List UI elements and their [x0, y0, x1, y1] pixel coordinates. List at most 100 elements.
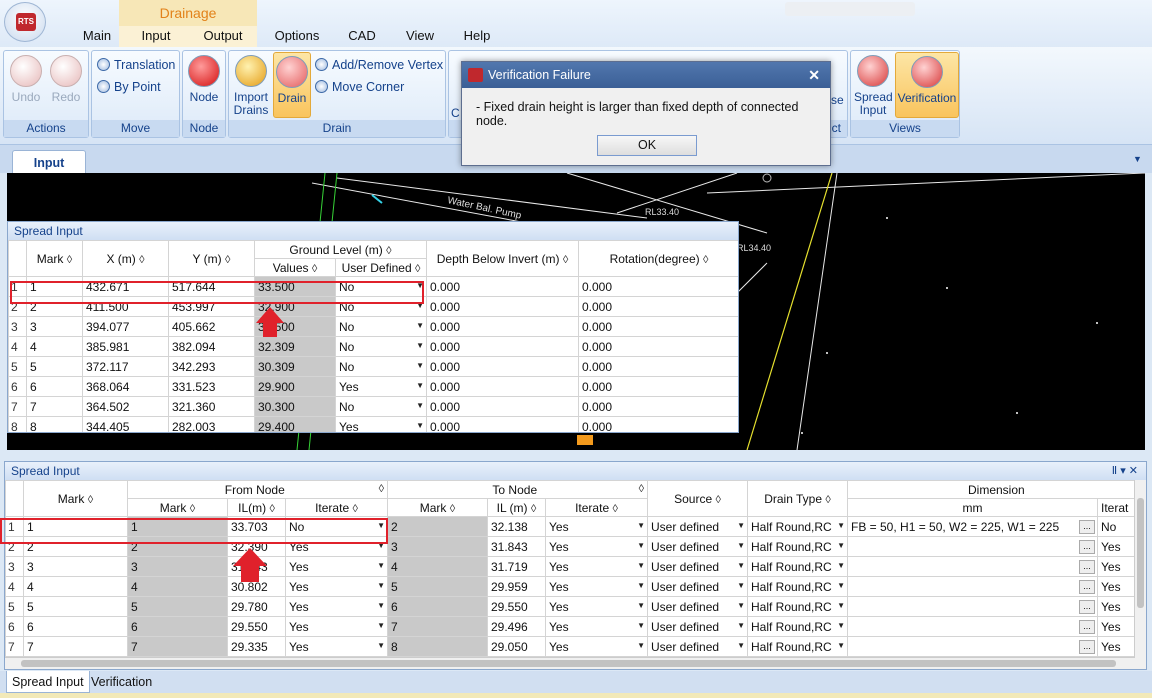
drain-row[interactable]: 55529.780Yes629.550YesUser definedHalf R…	[5, 596, 1146, 617]
row-number[interactable]: 5	[8, 356, 27, 377]
cell-to-il[interactable]: 29.050	[487, 636, 546, 657]
header-y[interactable]: Y (m) ◊	[168, 240, 255, 277]
cell-to-il[interactable]: 29.959	[487, 576, 546, 597]
cell-rotation[interactable]: 0.000	[578, 296, 738, 317]
tab-options[interactable]: Options	[272, 27, 322, 47]
header-values[interactable]: Values ◊	[254, 258, 336, 277]
cell-from-il[interactable]: 29.780	[227, 596, 286, 617]
cell-source[interactable]: User defined	[647, 576, 748, 597]
dimension-ellipsis-button[interactable]: ...	[1079, 540, 1095, 554]
cell-dimension[interactable]: ...	[847, 536, 1098, 557]
header-x[interactable]: X (m) ◊	[82, 240, 169, 277]
row-number[interactable]: 5	[5, 596, 24, 617]
tab-output[interactable]: Output	[199, 27, 247, 47]
header-to-mark[interactable]: Mark ◊	[387, 498, 488, 517]
header-to-il[interactable]: IL (m) ◊	[487, 498, 546, 517]
horizontal-scrollbar[interactable]	[5, 657, 1146, 669]
cell-user-defined[interactable]: No	[335, 396, 427, 417]
cell-y[interactable]: 331.523	[168, 376, 255, 397]
cell-from-iterate[interactable]: Yes	[285, 596, 388, 617]
cell-drain-type[interactable]: Half Round,RC	[747, 576, 848, 597]
cell-user-defined[interactable]: Yes	[335, 416, 427, 432]
cell-depth[interactable]: 0.000	[426, 396, 579, 417]
drain-row[interactable]: 77729.335Yes829.050YesUser definedHalf R…	[5, 636, 1146, 657]
cell-ground-level[interactable]: 30.300	[254, 396, 336, 417]
cell-rotation[interactable]: 0.000	[578, 416, 738, 432]
header-from-il[interactable]: IL(m) ◊	[227, 498, 286, 517]
cell-to-iterate[interactable]: Yes	[545, 576, 648, 597]
row-number[interactable]: 6	[5, 616, 24, 637]
cell-rotation[interactable]: 0.000	[578, 396, 738, 417]
row-number[interactable]: 4	[5, 576, 24, 597]
header-from-iterate[interactable]: Iterate ◊	[285, 498, 388, 517]
row-number[interactable]: 4	[8, 336, 27, 357]
header-from-node[interactable]: From Node ◊	[127, 480, 388, 499]
header-mm[interactable]: mm	[847, 498, 1098, 517]
cell-to-mark[interactable]: 6	[387, 596, 488, 617]
dimension-ellipsis-button[interactable]: ...	[1079, 580, 1095, 594]
cell-user-defined[interactable]: No	[335, 336, 427, 357]
dimension-ellipsis-button[interactable]: ...	[1079, 600, 1095, 614]
dimension-ellipsis-button[interactable]: ...	[1079, 520, 1095, 534]
cell-ground-level[interactable]: 29.400	[254, 416, 336, 432]
translation-button[interactable]: Translation	[97, 57, 175, 73]
drain-button[interactable]: Drain	[273, 52, 311, 118]
node-row[interactable]: 77364.502321.36030.300No0.0000.000	[8, 396, 738, 417]
cell-mark[interactable]: 8	[26, 416, 83, 432]
cell-dimension[interactable]: ...	[847, 596, 1098, 617]
node-row[interactable]: 55372.117342.29330.309No0.0000.000	[8, 356, 738, 377]
cell-to-mark[interactable]: 2	[387, 516, 488, 537]
cell-from-iterate[interactable]: Yes	[285, 576, 388, 597]
cell-rotation[interactable]: 0.000	[578, 336, 738, 357]
header-drain-type[interactable]: Drain Type ◊	[747, 480, 848, 517]
move-corner-button[interactable]: Move Corner	[315, 79, 404, 95]
tab-view[interactable]: View	[403, 27, 437, 47]
cell-user-defined[interactable]: No	[335, 356, 427, 377]
cell-ground-level[interactable]: 32.309	[254, 336, 336, 357]
cell-drain-type[interactable]: Half Round,RC	[747, 556, 848, 577]
tab-main[interactable]: Main	[80, 27, 114, 47]
cell-x[interactable]: 372.117	[82, 356, 169, 377]
cell-mark[interactable]: 4	[26, 336, 83, 357]
dimension-ellipsis-button[interactable]: ...	[1079, 560, 1095, 574]
row-number[interactable]: 6	[8, 376, 27, 397]
header-dimension[interactable]: Dimension	[846, 480, 1146, 499]
header-to-iterate[interactable]: Iterate ◊	[545, 498, 648, 517]
cell-from-iterate[interactable]: Yes	[285, 636, 388, 657]
cell-source[interactable]: User defined	[647, 616, 748, 637]
node-row[interactable]: 66368.064331.52329.900Yes0.0000.000	[8, 376, 738, 397]
cell-y[interactable]: 405.662	[168, 316, 255, 337]
cell-from-mark[interactable]: 3	[127, 556, 228, 577]
header-mark[interactable]: Mark ◊	[26, 240, 83, 277]
cell-to-il[interactable]: 31.719	[487, 556, 546, 577]
cell-to-mark[interactable]: 5	[387, 576, 488, 597]
cell-rotation[interactable]: 0.000	[578, 276, 738, 297]
cell-to-il[interactable]: 29.496	[487, 616, 546, 637]
cell-dimension[interactable]: ...	[847, 616, 1098, 637]
row-number[interactable]: 3	[8, 316, 27, 337]
cell-to-iterate[interactable]: Yes	[545, 596, 648, 617]
cell-drain-mark[interactable]: 6	[23, 616, 128, 637]
node-row[interactable]: 88344.405282.00329.400Yes0.0000.000	[8, 416, 738, 432]
cell-to-il[interactable]: 29.550	[487, 596, 546, 617]
cell-source[interactable]: User defined	[647, 536, 748, 557]
cell-drain-type[interactable]: Half Round,RC	[747, 616, 848, 637]
node-button[interactable]: Node	[188, 55, 220, 104]
cell-dimension[interactable]: FB = 50, H1 = 50, W2 = 225, W1 = 225...	[847, 516, 1098, 537]
cell-mark[interactable]: 7	[26, 396, 83, 417]
close-icon[interactable]: ✕	[808, 62, 820, 88]
cell-from-mark[interactable]: 6	[127, 616, 228, 637]
cell-depth[interactable]: 0.000	[426, 356, 579, 377]
add-remove-vertex-button[interactable]: Add/Remove Vertex	[315, 57, 443, 73]
cell-drain-type[interactable]: Half Round,RC	[747, 636, 848, 657]
cell-rotation[interactable]: 0.000	[578, 356, 738, 377]
tab-cad[interactable]: CAD	[347, 27, 377, 47]
tab-help[interactable]: Help	[462, 27, 492, 47]
cell-from-mark[interactable]: 7	[127, 636, 228, 657]
cell-x[interactable]: 368.064	[82, 376, 169, 397]
app-menu-button[interactable]: RTS	[4, 2, 46, 42]
cell-from-mark[interactable]: 4	[127, 576, 228, 597]
cell-rotation[interactable]: 0.000	[578, 316, 738, 337]
dimension-ellipsis-button[interactable]: ...	[1079, 640, 1095, 654]
tab-input[interactable]: Input	[138, 27, 174, 47]
